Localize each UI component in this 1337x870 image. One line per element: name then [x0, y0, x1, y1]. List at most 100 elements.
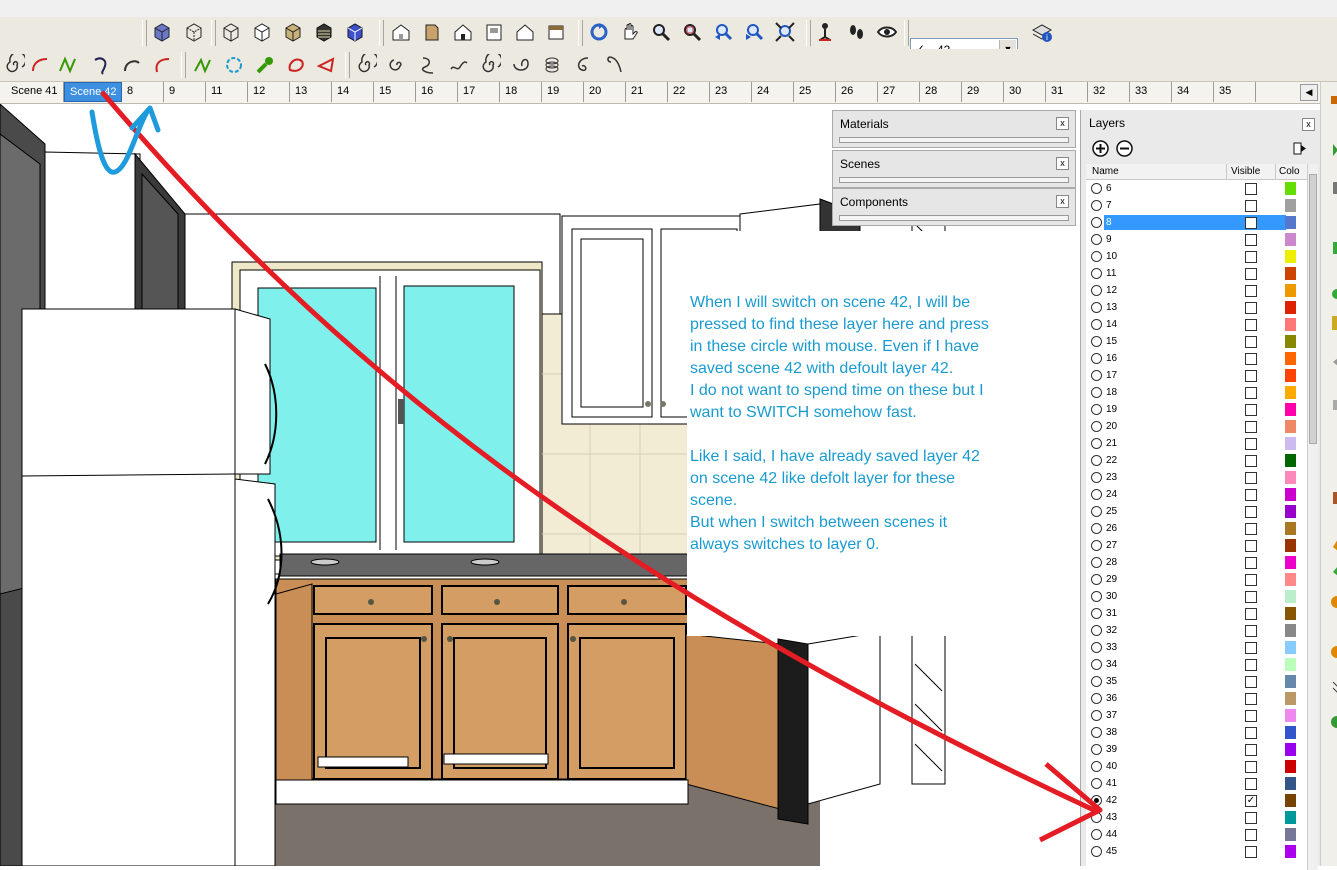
scene-tab[interactable]: 19 [542, 82, 584, 102]
layer-name[interactable]: 28 [1104, 555, 1286, 570]
hook-icon[interactable] [569, 52, 596, 78]
curl-2-icon[interactable] [445, 52, 472, 78]
arc-red-icon[interactable] [148, 52, 175, 78]
visible-checkbox[interactable] [1245, 676, 1257, 688]
layer-color-swatch[interactable] [1285, 760, 1296, 773]
spiral-4-icon[interactable] [476, 52, 503, 78]
scene-tab[interactable]: 15 [374, 82, 416, 102]
layer-name[interactable]: 23 [1104, 470, 1286, 485]
scene-tab[interactable]: 27 [878, 82, 920, 102]
freehand-icon[interactable] [54, 52, 81, 78]
scene-tab[interactable]: 22 [668, 82, 710, 102]
pan-icon[interactable] [616, 19, 643, 45]
layer-color-swatch[interactable] [1285, 505, 1296, 518]
visible-checkbox[interactable] [1245, 659, 1257, 671]
scene-tab[interactable]: 35 [1214, 82, 1256, 102]
scene-tab[interactable]: 26 [836, 82, 878, 102]
visible-checkbox[interactable] [1245, 574, 1257, 586]
current-layer-radio[interactable] [1091, 336, 1102, 347]
current-layer-radio[interactable] [1091, 812, 1102, 823]
toolbar-grip[interactable] [379, 20, 384, 46]
scene-tab[interactable]: 9 [164, 82, 206, 102]
toolbar-grip[interactable] [211, 20, 216, 46]
visible-checkbox[interactable] [1245, 319, 1257, 331]
layer-name[interactable]: 10 [1104, 249, 1286, 264]
current-layer-radio[interactable] [1091, 200, 1102, 211]
layer-color-swatch[interactable] [1285, 250, 1296, 263]
layer-name[interactable]: 36 [1104, 691, 1286, 706]
scene-tab[interactable]: 16 [416, 82, 458, 102]
bezier-icon[interactable] [118, 52, 145, 78]
layer-color-swatch[interactable] [1285, 403, 1296, 416]
current-layer-radio[interactable] [1091, 795, 1102, 806]
loop-icon[interactable] [507, 52, 534, 78]
tray-slider[interactable] [839, 137, 1069, 143]
layer-name[interactable]: 35 [1104, 674, 1286, 689]
layer-row[interactable]: 38 [1086, 724, 1307, 741]
layer-name[interactable]: 40 [1104, 759, 1286, 774]
visible-checkbox[interactable] [1245, 268, 1257, 280]
triangle-icon[interactable] [312, 52, 339, 78]
scene-tab[interactable]: 29 [962, 82, 1004, 102]
visible-checkbox[interactable] [1245, 727, 1257, 739]
toolbar-grip[interactable] [345, 52, 350, 78]
layer-manager-icon[interactable]: i [1028, 19, 1055, 45]
layer-name[interactable]: 29 [1104, 572, 1286, 587]
materials-tray[interactable]: Materials x [832, 110, 1076, 148]
layer-row[interactable]: 16 [1086, 350, 1307, 367]
arc-icon[interactable] [26, 52, 53, 78]
scene-tab[interactable]: 21 [626, 82, 668, 102]
wireframe-icon[interactable] [217, 19, 244, 45]
toolbar-grip[interactable] [578, 20, 583, 46]
current-layer-radio[interactable] [1091, 625, 1102, 636]
layer-color-swatch[interactable] [1285, 318, 1296, 331]
layer-row[interactable]: 19 [1086, 401, 1307, 418]
visible-checkbox[interactable] [1245, 336, 1257, 348]
current-layer-radio[interactable] [1091, 421, 1102, 432]
scene-scroll-left-icon[interactable]: ◀ [1300, 84, 1318, 101]
layer-name[interactable]: 11 [1104, 266, 1286, 281]
left-view-icon[interactable] [542, 19, 569, 45]
close-icon[interactable]: x [1302, 118, 1315, 131]
layer-name[interactable]: 20 [1104, 419, 1286, 434]
blob-icon[interactable] [282, 52, 309, 78]
layers-scrollbar[interactable] [1307, 164, 1318, 870]
layer-name[interactable]: 17 [1104, 368, 1286, 383]
visible-checkbox[interactable] [1245, 761, 1257, 773]
hidden-line-icon[interactable] [248, 19, 275, 45]
layer-row[interactable]: 26 [1086, 520, 1307, 537]
layer-name[interactable]: 24 [1104, 487, 1286, 502]
current-layer-radio[interactable] [1091, 829, 1102, 840]
layer-row[interactable]: 30 [1086, 588, 1307, 605]
layer-color-swatch[interactable] [1285, 828, 1296, 841]
layer-color-swatch[interactable] [1285, 199, 1296, 212]
current-layer-radio[interactable] [1091, 353, 1102, 364]
close-icon[interactable]: x [1056, 157, 1069, 170]
back-edges-icon[interactable] [180, 19, 207, 45]
layer-color-swatch[interactable] [1285, 335, 1296, 348]
zoom-icon[interactable] [647, 19, 674, 45]
current-layer-radio[interactable] [1091, 846, 1102, 857]
visible-checkbox[interactable] [1245, 829, 1257, 841]
scenes-tray[interactable]: Scenes x [832, 150, 1076, 188]
spiral-3-icon[interactable] [383, 52, 410, 78]
layer-color-swatch[interactable] [1285, 420, 1296, 433]
layer-color-swatch[interactable] [1285, 369, 1296, 382]
current-layer-radio[interactable] [1091, 472, 1102, 483]
layer-row[interactable]: 41 [1086, 775, 1307, 792]
back-view-icon[interactable] [511, 19, 538, 45]
current-layer-radio[interactable] [1091, 404, 1102, 415]
layer-row[interactable]: 21 [1086, 435, 1307, 452]
visible-checkbox[interactable] [1245, 523, 1257, 535]
layer-row[interactable]: 43 [1086, 809, 1307, 826]
visible-checkbox[interactable] [1245, 778, 1257, 790]
scrollbar-thumb[interactable] [1309, 174, 1317, 444]
scene-tab[interactable]: 8 [122, 82, 164, 102]
layer-row[interactable]: 34 [1086, 656, 1307, 673]
look-around-icon[interactable] [873, 19, 900, 45]
layer-name[interactable]: 13 [1104, 300, 1286, 315]
layer-name[interactable]: 16 [1104, 351, 1286, 366]
current-layer-radio[interactable] [1091, 574, 1102, 585]
current-layer-radio[interactable] [1091, 778, 1102, 789]
visible-checkbox[interactable] [1245, 404, 1257, 416]
